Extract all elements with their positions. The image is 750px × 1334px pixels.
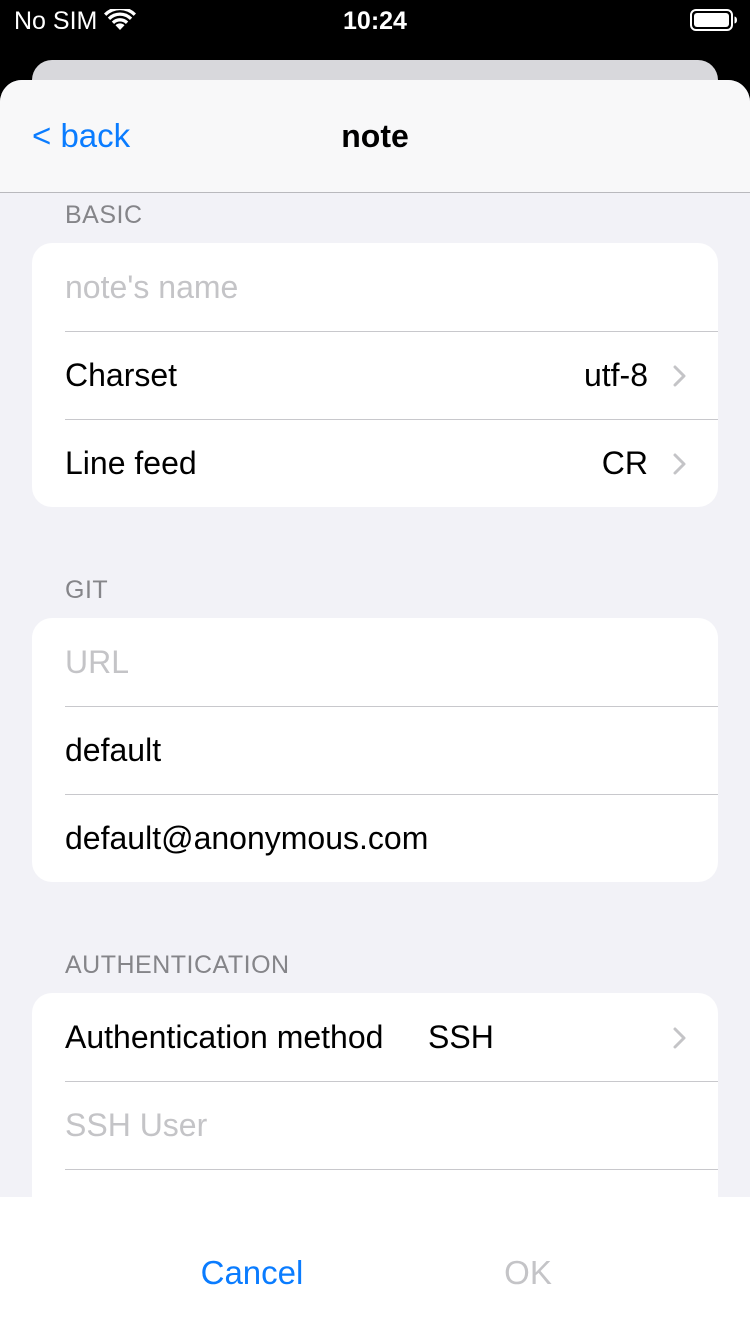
clock: 10:24 — [343, 7, 407, 35]
chevron-right-icon — [672, 1026, 688, 1050]
user-email-row[interactable]: default@anonymous.com — [32, 794, 718, 882]
charset-row[interactable]: Charset utf-8 — [32, 331, 718, 419]
battery-icon — [690, 9, 738, 31]
bottom-toolbar: Cancel OK — [0, 1197, 750, 1334]
ssh-user-input[interactable]: SSH User — [65, 1081, 207, 1169]
git-group: URL default default@anonymous.com — [32, 618, 718, 882]
ssh-user-row[interactable]: SSH User — [32, 1081, 718, 1169]
authentication-method-row[interactable]: Authentication method SSH — [32, 993, 718, 1081]
cancel-button[interactable]: Cancel — [132, 1253, 372, 1293]
note-name-row[interactable]: note's name — [32, 243, 718, 331]
status-bar: No SIM 10:24 — [0, 0, 750, 40]
ok-button[interactable]: OK — [408, 1253, 648, 1293]
chevron-right-icon — [672, 364, 688, 388]
section-header-authentication: AUTHENTICATION — [65, 951, 290, 979]
authentication-method-value: SSH — [428, 1019, 494, 1055]
authentication-method-label: Authentication method — [65, 1019, 384, 1055]
note-name-input[interactable]: note's name — [65, 243, 238, 331]
url-row[interactable]: URL — [32, 618, 718, 706]
charset-label: Charset — [65, 357, 178, 393]
note-settings-sheet: < back note BASIC note's name Charset ut… — [0, 80, 750, 1334]
line-feed-label: Line feed — [65, 445, 197, 481]
section-header-basic: BASIC — [65, 201, 143, 229]
screen: No SIM 10:24 < back note BASIC note's na… — [0, 0, 750, 1334]
line-feed-row[interactable]: Line feed CR — [32, 419, 718, 507]
user-name-input[interactable]: default — [65, 706, 161, 794]
line-feed-value: CR — [601, 445, 648, 481]
user-email-input[interactable]: default@anonymous.com — [65, 794, 428, 882]
page-title: note — [341, 118, 409, 154]
navigation-bar: < back note — [0, 80, 750, 193]
section-header-git: GIT — [65, 576, 109, 604]
basic-group: note's name Charset utf-8 Line feed CR — [32, 243, 718, 507]
user-name-row[interactable]: default — [32, 706, 718, 794]
chevron-right-icon — [672, 452, 688, 476]
url-input[interactable]: URL — [65, 618, 129, 706]
charset-value: utf-8 — [583, 357, 648, 393]
